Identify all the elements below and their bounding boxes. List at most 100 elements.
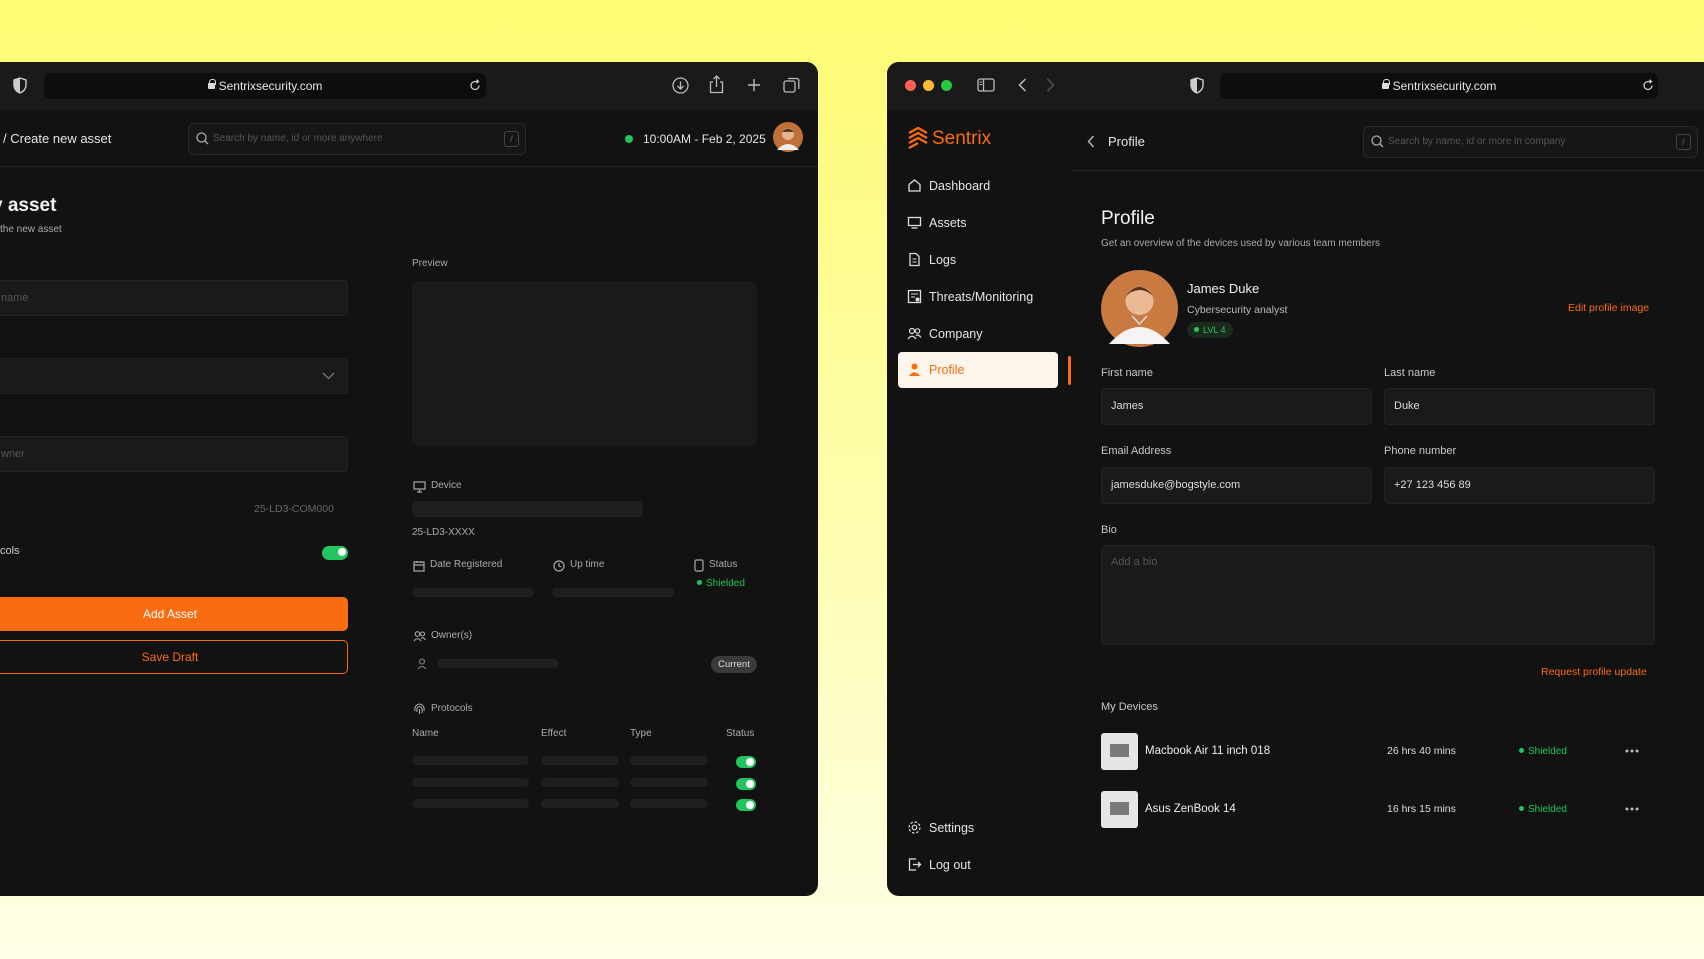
row-cell-bar <box>630 756 708 765</box>
status-dot <box>697 579 702 585</box>
chevron-down-icon <box>322 372 335 380</box>
header-title: Profile <box>1108 134 1145 149</box>
search-shortcut: / <box>504 131 519 147</box>
more-options-icon[interactable] <box>1625 807 1639 811</box>
first-name-field[interactable]: James <box>1101 388 1372 425</box>
device-thumbnail <box>1101 791 1138 828</box>
device-status: Shielded <box>1519 746 1567 757</box>
sidebar-item-label: Logs <box>929 253 957 267</box>
protocol-toggle[interactable] <box>736 756 756 768</box>
search-icon <box>1371 135 1384 148</box>
user-icon <box>417 658 427 670</box>
sidebar-item-dashboard[interactable]: Dashboard <box>898 168 1058 204</box>
url-text: Sentrixsecurity.com <box>1392 79 1497 93</box>
date-registered-bar <box>412 588 534 597</box>
device-thumbnail <box>1101 733 1138 770</box>
search-input[interactable]: Search by name, id or more in company / <box>1363 126 1698 158</box>
browser-toolbar: Sentrixsecurity.com <box>0 62 818 110</box>
asset-name-input[interactable]: name <box>0 280 348 316</box>
share-icon[interactable] <box>709 75 724 94</box>
phone-label: Phone number <box>1384 445 1457 457</box>
monitor-icon <box>907 289 922 304</box>
protocols-toggle[interactable] <box>322 546 348 560</box>
status-label: Status <box>709 559 738 570</box>
email-field[interactable]: jamesduke@bogstyle.com <box>1101 467 1372 504</box>
shield-icon[interactable] <box>13 77 27 94</box>
bio-textarea[interactable]: Add a bio <box>1101 545 1655 645</box>
back-icon[interactable] <box>1018 78 1027 92</box>
add-asset-label: Add Asset <box>142 607 198 621</box>
sidebar-toggle-icon[interactable] <box>977 78 995 92</box>
gear-icon <box>908 821 921 834</box>
last-name-label: Last name <box>1384 367 1436 379</box>
asset-type-select[interactable] <box>0 358 348 394</box>
download-icon[interactable] <box>672 77 689 94</box>
reload-icon[interactable] <box>1642 79 1654 92</box>
profile-avatar[interactable] <box>1101 270 1178 347</box>
device-status-text: Shielded <box>1528 804 1567 815</box>
protocol-toggle[interactable] <box>736 778 756 790</box>
logout-link[interactable]: Log out <box>898 847 1058 883</box>
sidebar-item-profile[interactable]: Profile <box>898 352 1058 388</box>
owner-placeholder: wner <box>1 448 25 460</box>
date-registered-label: Date Registered <box>430 559 503 570</box>
form-subtitle: the new asset <box>0 224 62 235</box>
create-asset-window: Sentrixsecurity.com / Create new asset S… <box>0 62 818 896</box>
close-window-button[interactable] <box>905 80 916 91</box>
settings-link[interactable]: Settings <box>898 810 1058 846</box>
brand-name[interactable]: Sentrix <box>932 128 991 150</box>
edit-profile-image-link[interactable]: Edit profile image <box>1568 302 1649 314</box>
shield-icon[interactable] <box>1190 77 1204 94</box>
header-divider <box>0 166 818 167</box>
home-icon <box>908 179 921 192</box>
add-asset-button[interactable]: Add Asset <box>0 597 348 631</box>
laptop-icon <box>1110 802 1129 815</box>
current-badge: Current <box>711 656 757 673</box>
protocols-toggle-label: cols <box>0 545 20 557</box>
search-input[interactable]: Search by name, id or more anywhere / <box>188 123 526 155</box>
row-cell-bar <box>630 778 708 787</box>
save-draft-label: Save Draft <box>141 650 199 664</box>
new-tab-icon[interactable] <box>747 78 761 92</box>
uptime-label: Up time <box>570 559 605 570</box>
forward-icon[interactable] <box>1046 78 1055 92</box>
sentrix-logo-icon <box>908 127 928 149</box>
search-placeholder: Search by name, id or more anywhere <box>213 133 383 144</box>
status-badge: Shielded <box>697 578 745 589</box>
lock-icon <box>207 78 216 89</box>
breadcrumb[interactable]: / Create new asset <box>3 131 111 146</box>
preview-box <box>412 281 757 446</box>
phone-field[interactable]: +27 123 456 89 <box>1384 467 1655 504</box>
logout-label: Log out <box>929 858 971 872</box>
file-icon <box>909 252 920 267</box>
owner-input[interactable]: wner <box>0 436 348 472</box>
maximize-window-button[interactable] <box>941 80 952 91</box>
reload-icon[interactable] <box>469 79 481 92</box>
level-badge: LVL 4 <box>1187 322 1233 338</box>
sidebar-item-logs[interactable]: Logs <box>898 242 1058 278</box>
row-cell-bar <box>412 799 529 808</box>
request-profile-update-link[interactable]: Request profile update <box>1541 666 1647 678</box>
device-label: Device <box>431 480 462 491</box>
more-options-icon[interactable] <box>1625 749 1639 753</box>
header-divider <box>1072 170 1704 171</box>
save-draft-button[interactable]: Save Draft <box>0 640 348 674</box>
row-cell-bar <box>412 756 529 765</box>
sidebar-item-threats-monitoring[interactable]: Threats/Monitoring <box>898 279 1058 315</box>
address-bar[interactable]: Sentrixsecurity.com <box>44 73 486 99</box>
address-bar[interactable]: Sentrixsecurity.com <box>1220 73 1658 99</box>
protocol-toggle[interactable] <box>736 799 756 811</box>
tabs-overview-icon[interactable] <box>783 77 800 93</box>
people-icon <box>907 327 922 340</box>
sidebar-item-company[interactable]: Company <box>898 316 1058 352</box>
back-arrow-icon[interactable] <box>1087 135 1095 148</box>
sidebar-item-label: Assets <box>929 216 967 230</box>
last-name-field[interactable]: Duke <box>1384 388 1655 425</box>
device-uptime: 26 hrs 40 mins <box>1387 745 1456 757</box>
avatar[interactable] <box>773 122 803 152</box>
owners-icon <box>413 631 426 642</box>
minimize-window-button[interactable] <box>923 80 934 91</box>
assets-icon <box>907 216 922 229</box>
row-cell-bar <box>541 778 619 787</box>
sidebar-item-assets[interactable]: Assets <box>898 205 1058 241</box>
